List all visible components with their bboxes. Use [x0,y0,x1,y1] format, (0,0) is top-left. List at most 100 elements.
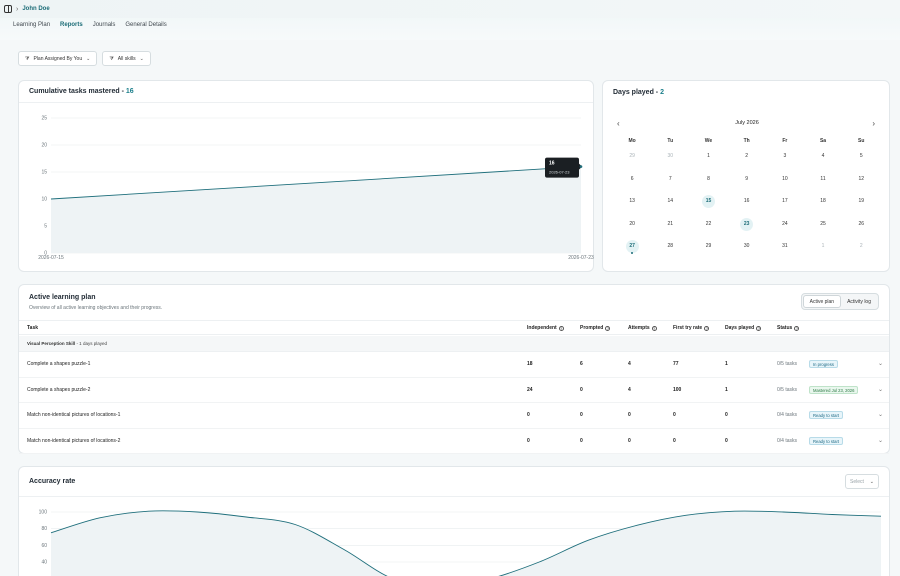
cell-attempts: 4 [628,361,631,367]
filter-icon: ⧩ [109,55,114,62]
calendar-day[interactable]: 19 [842,197,880,220]
calendar-day[interactable]: 6 [613,175,651,198]
col-prompted: Prompted? [580,325,611,331]
data-point[interactable] [579,165,583,168]
top-bar: › John Doe [0,0,900,18]
col-task: Task [27,325,39,331]
calendar-day[interactable]: 30 [651,152,689,175]
help-icon[interactable]: ? [794,325,800,331]
skills-filter-label: All skills [117,55,136,62]
y-tick-label: 60 [41,543,47,549]
help-icon[interactable]: ? [651,325,657,331]
active-plan-button[interactable]: Active plan [802,295,842,308]
expand-row-chevron-icon[interactable]: ⌄ [878,429,883,454]
calendar-day[interactable]: 21 [651,220,689,243]
plan-filter-button[interactable]: ⧩ Plan Assigned By You ⌄ [18,51,98,66]
cell-task-count: 0/5 tasks [777,361,798,367]
series-area [51,510,881,576]
calendar-day[interactable]: 24 [766,220,804,243]
cell-days: 0 [725,412,728,418]
tab-learning-plan[interactable]: Learning Plan [13,22,50,31]
tab-bar: Learning Plan Reports Journals General D… [13,22,167,31]
calendar-day[interactable]: 10 [766,175,804,198]
cell-days: 1 [725,361,728,367]
calendar-day[interactable]: 1 [689,152,727,175]
active-learning-plan-card: Active learning plan Overview of all act… [18,284,890,454]
skills-filter-button[interactable]: ⧩ All skills ⌄ [102,51,151,66]
weekday-label: Th [743,138,750,144]
tab-journals[interactable]: Journals [93,22,116,31]
y-tick-label: 40 [41,560,47,566]
cell-task-count: 0/4 tasks [777,437,798,444]
calendar-day[interactable]: 3 [766,152,804,175]
calendar-day[interactable]: 30 [728,242,766,265]
chevron-right-icon[interactable]: › [872,119,875,128]
calendar-day[interactable]: 2 [842,242,880,265]
help-icon[interactable]: ? [704,325,710,331]
cell-days: 1 [725,386,728,393]
skill-group-meta: - 1 days played [75,341,107,346]
filter-bar: ⧩ Plan Assigned By You ⌄ ⧩ All skills ⌄ [18,51,151,66]
tab-reports[interactable]: Reports [60,22,83,31]
cell-prompted: 6 [580,361,583,367]
x-tick-label: 2026-07-23 [568,255,594,261]
calendar-day[interactable]: 2 [728,152,766,175]
calendar-day[interactable]: 7 [651,175,689,198]
cell-first-try: 0 [673,412,676,418]
y-tick-label: 100 [39,510,48,516]
skill-group-row[interactable]: Visual Perception Skill - 1 days played [19,336,889,352]
help-icon[interactable]: ? [605,325,611,331]
calendar-day[interactable]: 13 [613,197,651,220]
table-row[interactable]: Complete a shapes puzzle-2 24 0 4 100 1 0/5 ta… [19,378,889,403]
expand-row-chevron-icon[interactable]: ⌄ [878,403,883,428]
cell-prompted: 0 [580,412,583,418]
cumulative-chart: 05101520252026-07-15 2026-07-23162026-07-… [38,116,594,262]
cell-days: 0 [725,437,728,444]
cell-first-try: 77 [673,361,679,367]
tooltip-value: 16 [549,161,555,167]
calendar-day[interactable]: 4 [804,152,842,175]
calendar-day[interactable]: 31 [766,242,804,265]
calendar-day[interactable]: 26 [842,220,880,243]
table-row[interactable]: Match non-identical pictures of location… [19,429,889,454]
calendar-day[interactable]: 5 [842,152,880,175]
help-icon[interactable]: ? [558,325,564,331]
y-tick-label: 20 [41,143,47,149]
calendar-day-played[interactable]: 15 [689,195,727,220]
calendar-day[interactable]: 18 [804,197,842,220]
calendar-day[interactable]: 16 [728,197,766,220]
y-tick-label: 5 [44,224,47,230]
calendar-day[interactable]: 12 [842,175,880,198]
calendar-day[interactable]: 17 [766,197,804,220]
accuracy-chart: 40 60 80 100 [39,510,882,576]
calendar-day[interactable]: 11 [804,175,842,198]
tab-general-details[interactable]: General Details [125,22,166,31]
cumulative-count: 16 [125,88,134,95]
table-row[interactable]: Match non-identical pictures of location… [19,403,889,429]
help-icon[interactable]: ? [756,325,762,331]
calendar-day[interactable]: 29 [613,152,651,175]
calendar-day[interactable]: 14 [651,197,689,220]
calendar-day-today[interactable]: 27 [613,240,651,265]
expand-row-chevron-icon[interactable]: ⌄ [878,378,883,403]
activity-log-button[interactable]: Activity log [841,295,877,308]
y-tick-label: 15 [41,170,47,176]
expand-row-chevron-icon[interactable]: ⌄ [878,352,883,377]
calendar-day-played[interactable]: 23 [728,217,766,243]
days-played-count: 2 [660,89,664,96]
calendar-day[interactable]: 8 [689,175,727,198]
cell-independent: 0 [527,412,530,418]
calendar-day[interactable]: 1 [804,242,842,265]
table-row[interactable]: Complete a shapes puzzle-1 18 6 4 77 1 0/5 tas… [19,352,889,378]
calendar-day[interactable]: 20 [613,220,651,243]
calendar-day[interactable]: 29 [689,242,727,265]
sidebar-toggle-icon[interactable] [4,5,12,13]
chevron-down-icon: ⌄ [86,55,91,62]
accuracy-select-placeholder: Select [850,478,864,485]
calendar-day[interactable]: 9 [728,175,766,198]
calendar-day[interactable]: 28 [651,242,689,265]
accuracy-select[interactable]: Select ⌄ [845,474,879,489]
calendar-day[interactable]: 25 [804,220,842,243]
breadcrumb-student-name[interactable]: John Doe [22,6,49,12]
calendar-day[interactable]: 22 [689,220,727,243]
